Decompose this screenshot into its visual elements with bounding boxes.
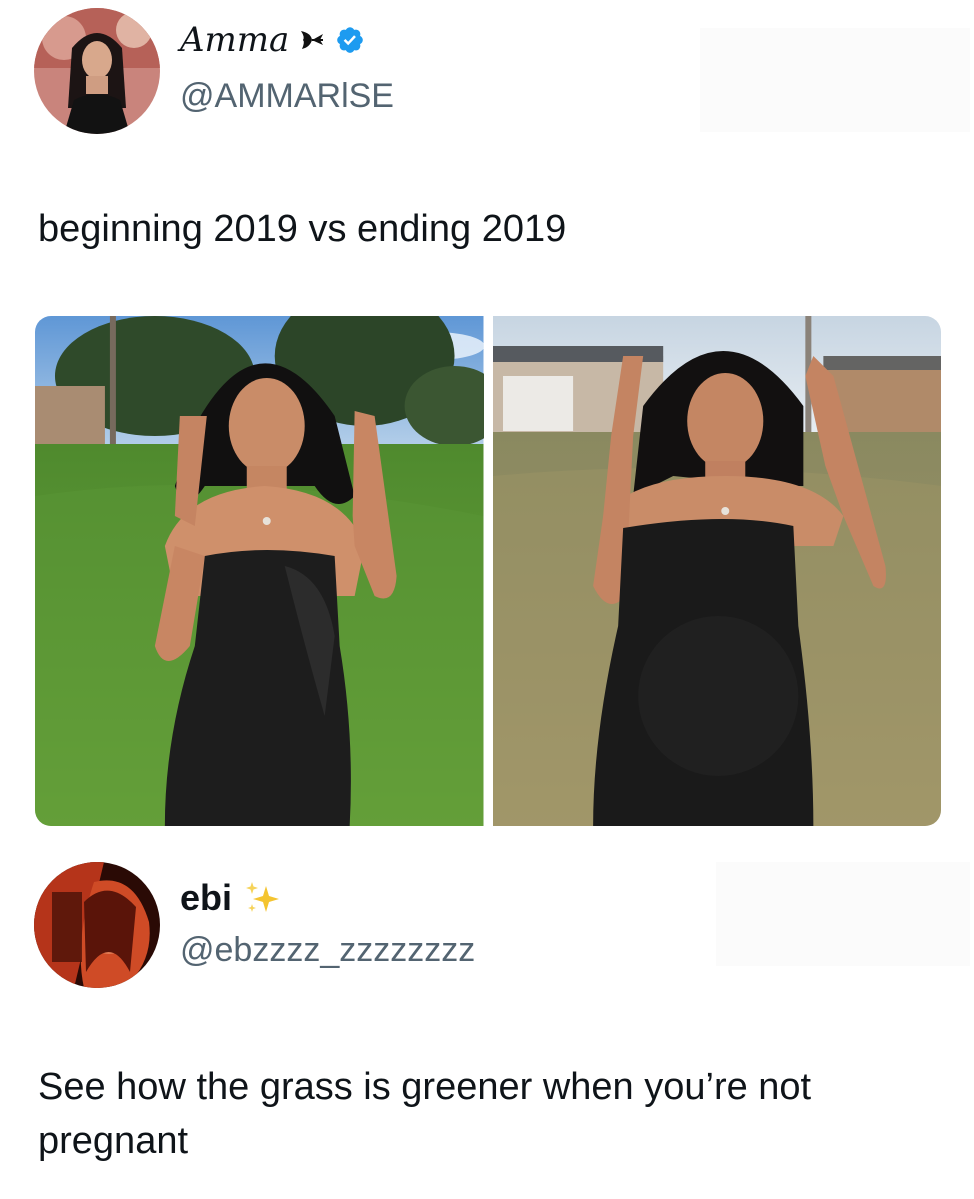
handle[interactable]: @AMMARlSE [180, 76, 394, 116]
avatar-ebi[interactable] [34, 862, 160, 988]
butterfly-icon [299, 28, 325, 52]
header-blank-area [716, 862, 970, 966]
sparkles-icon [242, 878, 282, 918]
avatar-amma[interactable] [34, 8, 160, 134]
profile-photo-woman [34, 8, 160, 134]
display-name[interactable]: Amma [180, 20, 289, 60]
photo-beginning-2019[interactable] [35, 316, 484, 826]
header-blank-area [700, 28, 970, 132]
photo-ending-2019[interactable] [492, 316, 941, 826]
handle[interactable]: @ebzzzz_zzzzzzzz [180, 930, 475, 970]
tweet-media-grid [35, 316, 941, 826]
verified-badge-icon [335, 25, 365, 55]
tweet-text: beginning 2019 vs ending 2019 [38, 208, 567, 250]
profile-photo-red [34, 862, 160, 988]
tweet2-name-row: ebi [180, 878, 282, 918]
tweet-text: See how the grass is greener when you’re… [38, 1066, 812, 1162]
tweet1-name-row: Amma [180, 20, 365, 60]
display-name[interactable]: ebi [180, 878, 232, 918]
